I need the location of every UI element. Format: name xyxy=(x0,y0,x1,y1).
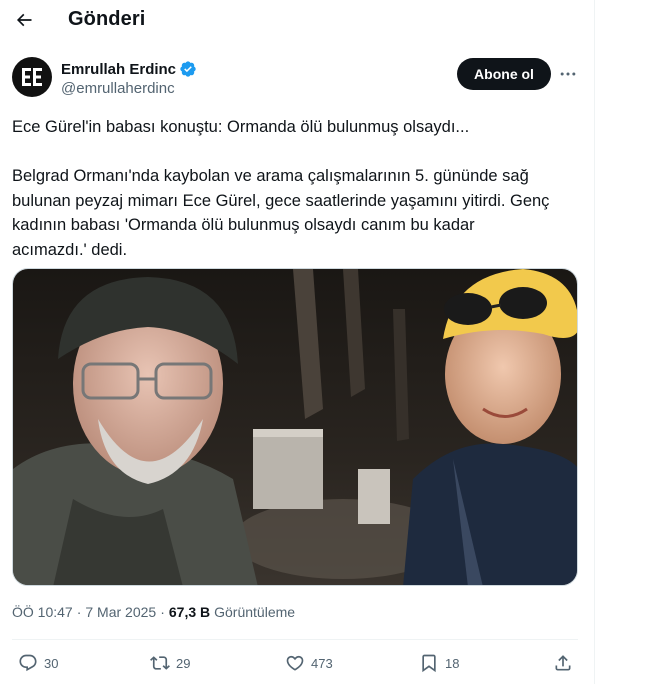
tweet-text: Ece Gürel'in babası konuştu: Ormanda ölü… xyxy=(12,115,582,262)
tweet-line: acımazdı.' dedi. xyxy=(12,240,128,259)
like-button[interactable]: 473 xyxy=(285,652,333,674)
tweet-time[interactable]: ÖÖ 10:47 xyxy=(12,604,73,620)
views-label: Görüntüleme xyxy=(214,604,296,620)
back-button[interactable] xyxy=(10,6,38,34)
bookmark-icon xyxy=(422,654,436,673)
repost-button[interactable]: 29 xyxy=(150,652,190,674)
page-header: Gönderi xyxy=(0,0,595,40)
tweet-line: Ece Gürel'in babası konuştu: Ormanda ölü… xyxy=(12,118,470,136)
repost-icon xyxy=(150,656,170,670)
tweet-line-break xyxy=(12,140,582,165)
bookmark-count: 18 xyxy=(445,655,460,671)
views-count: 67,3 B xyxy=(168,604,211,620)
ee-logo-icon xyxy=(22,68,42,86)
bookmark-button[interactable]: 18 xyxy=(419,652,459,674)
heart-icon xyxy=(286,655,304,671)
like-count: 473 xyxy=(311,655,333,671)
reply-button[interactable]: 30 xyxy=(18,652,58,674)
share-button[interactable] xyxy=(553,652,573,674)
page-title: Gönderi xyxy=(68,8,146,30)
divider xyxy=(12,639,578,640)
tweet-line: bulunan peyzaj mimarı Ece Gürel, gece sa… xyxy=(12,191,550,210)
meta-separator: · xyxy=(160,604,165,620)
tweet-line: Belgrad Ormanı'nda kaybolan ve arama çal… xyxy=(12,167,529,185)
tweet-photo[interactable] xyxy=(12,268,578,586)
tweet-line: kadının babası 'Ormanda ölü bulunmuş ols… xyxy=(12,216,475,234)
share-icon xyxy=(555,655,571,671)
avatar[interactable] xyxy=(12,57,52,97)
reply-icon xyxy=(19,654,37,672)
author-name-text: Emrullah Erdinc xyxy=(61,60,177,78)
meta-separator: · xyxy=(76,604,82,620)
verified-badge-icon xyxy=(180,61,196,77)
arrow-left-icon xyxy=(16,13,32,27)
reply-count: 30 xyxy=(44,655,59,671)
more-icon xyxy=(560,72,576,76)
author-handle[interactable]: @emrullaherdinc xyxy=(61,80,175,97)
repost-count: 29 xyxy=(176,655,191,671)
author-name[interactable]: Emrullah Erdinc xyxy=(61,60,197,78)
tweet-date[interactable]: 7 Mar 2025 xyxy=(85,604,156,620)
post-detail-column: Gönderi Emrullah Erdinc @emrullaherdinc … xyxy=(0,0,595,684)
subscribe-button[interactable]: Abone ol xyxy=(457,58,551,90)
more-options-button[interactable] xyxy=(556,62,580,86)
tweet-meta: ÖÖ 10:47 · 7 Mar 2025 · 67,3 B Görüntüle… xyxy=(12,604,295,620)
